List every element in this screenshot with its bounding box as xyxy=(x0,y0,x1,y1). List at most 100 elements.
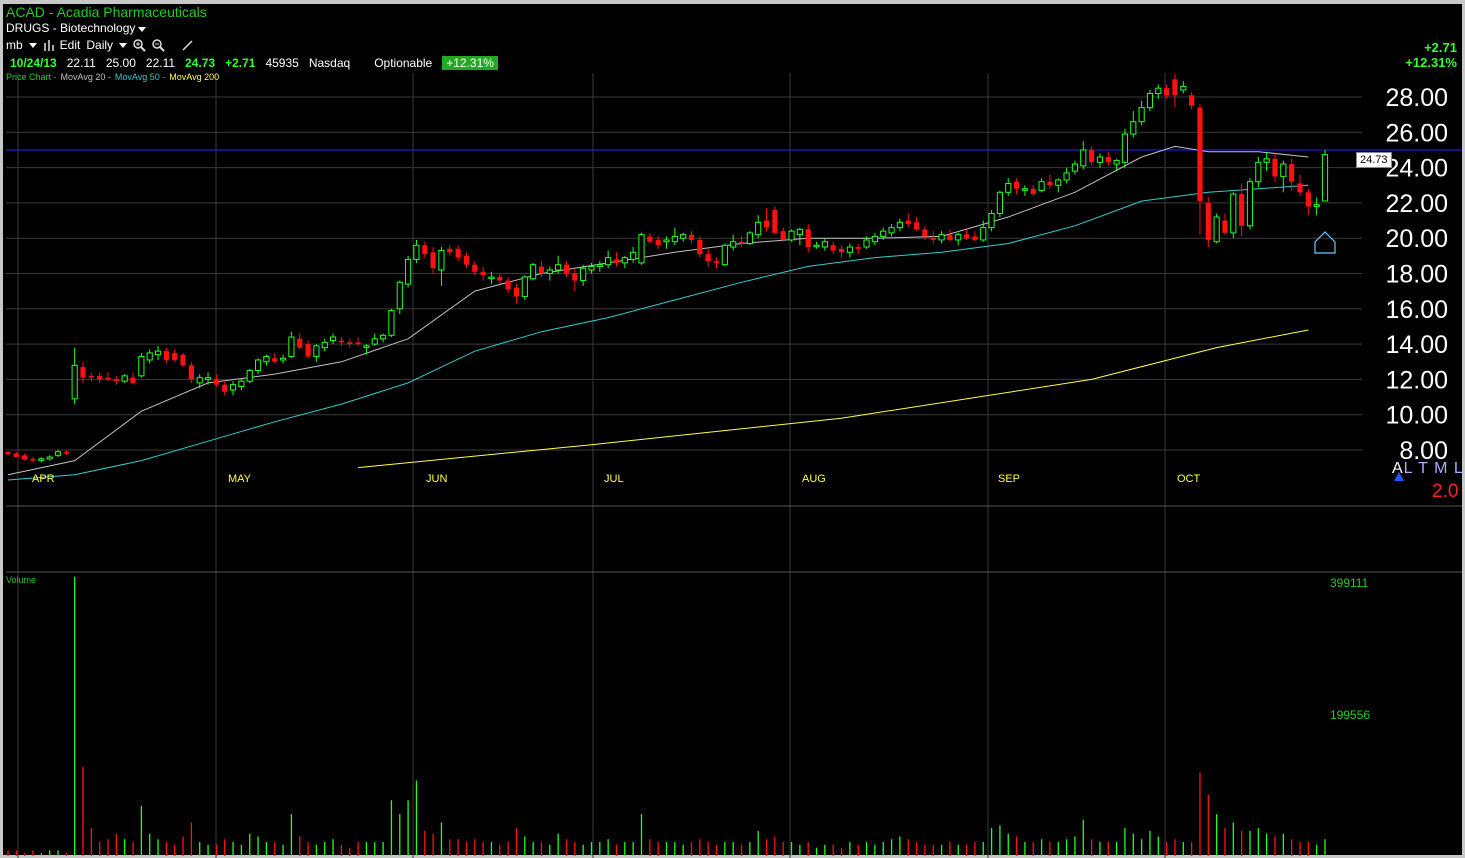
candle-body xyxy=(972,236,978,240)
draw-tool-button[interactable] xyxy=(181,39,194,52)
edit-button[interactable]: Edit xyxy=(43,38,80,52)
candle-body xyxy=(172,352,178,360)
period-select[interactable]: Daily xyxy=(86,38,128,52)
candle-body xyxy=(871,235,878,243)
quote-exchange: Nasdaq xyxy=(308,56,351,70)
candle-body xyxy=(996,191,1004,214)
candle-body xyxy=(930,238,936,240)
candle-body xyxy=(813,244,820,248)
month-labels: APR MAY JUN JUL AUG SEP OCT xyxy=(32,472,1404,485)
candle-body xyxy=(697,239,703,255)
candle-body xyxy=(46,456,53,460)
quote-high: 25.00 xyxy=(105,56,136,70)
candle-body xyxy=(146,352,153,361)
candle-body xyxy=(730,241,737,248)
ma200-line xyxy=(358,329,1309,469)
legend-ma50: MovAvg 50 - xyxy=(114,72,166,82)
chart-header: ACAD - Acadia Pharmaceuticals DRUGS - Bi… xyxy=(6,4,207,36)
month-label: SEP xyxy=(998,473,1020,485)
candle-body xyxy=(196,377,203,384)
candle-body xyxy=(430,252,436,269)
candle-body xyxy=(938,234,945,241)
candle-body xyxy=(1239,194,1245,226)
candle-body xyxy=(988,212,995,229)
price-chart[interactable]: 28.00 26.00 24.00 22.00 20.00 18.00 16.00 14.00… xyxy=(0,0,1465,858)
candle-body xyxy=(222,384,228,392)
industry-subtitle[interactable]: DRUGS - Biotechnology xyxy=(6,20,207,36)
volume-tick-high: 399111 xyxy=(1330,576,1369,590)
candle-body xyxy=(1071,163,1079,172)
candle-body xyxy=(513,287,520,297)
candle-body xyxy=(580,267,587,282)
candle-body xyxy=(596,264,603,267)
candle-body xyxy=(1055,179,1062,186)
candle-body xyxy=(772,209,778,233)
right-change: +2.71 +12.31% xyxy=(1405,40,1457,70)
indicator-legend[interactable]: Price Chart - MovAvg 20 - MovAvg 50 - Mo… xyxy=(6,72,219,82)
candle-body xyxy=(347,342,353,345)
zoom-in-button[interactable] xyxy=(133,38,146,52)
user-menu[interactable]: mb xyxy=(6,38,37,52)
right-change-value: +2.71 xyxy=(1424,40,1457,55)
al-tml-label[interactable]: AL T M L xyxy=(1392,460,1464,478)
candle-body xyxy=(572,273,578,281)
month-label: APR xyxy=(32,473,55,485)
y-axis-ticks: 28.00 26.00 24.00 22.00 20.00 18.00 16.00 14.00… xyxy=(1385,84,1448,465)
candle-body xyxy=(605,257,612,266)
candle-body xyxy=(1113,160,1120,165)
candle-body xyxy=(821,241,828,248)
candle-body xyxy=(130,377,136,383)
candle-body xyxy=(455,248,461,258)
candle-body xyxy=(480,271,486,276)
candle-body xyxy=(396,281,403,310)
candle-body xyxy=(663,239,670,243)
candle-body xyxy=(1205,202,1211,240)
legend-price: Price Chart - xyxy=(6,72,57,82)
candle-body xyxy=(1172,79,1178,96)
candle-body xyxy=(180,354,186,366)
y-tick-label: 12.00 xyxy=(1385,366,1448,394)
volume-tick-mid: 199556 xyxy=(1330,708,1371,722)
candle-body xyxy=(22,455,28,460)
y-tick-label: 10.00 xyxy=(1385,402,1448,430)
candle-body xyxy=(1030,188,1036,195)
candle-body xyxy=(5,451,11,455)
candle-body xyxy=(163,351,169,360)
candle-body xyxy=(505,280,511,290)
candle-body xyxy=(254,359,262,372)
candle-body xyxy=(1255,161,1262,183)
chevron-down-icon xyxy=(28,42,37,48)
candle-body xyxy=(204,377,212,380)
candle-body xyxy=(1297,183,1303,193)
candle-body xyxy=(246,370,253,382)
y-tick-label: 14.00 xyxy=(1385,331,1448,359)
quote-line: 10/24/13 22.11 25.00 22.11 24.73 +2.71 4… xyxy=(10,56,498,70)
candle-body xyxy=(388,310,395,336)
zoom-out-button[interactable] xyxy=(152,38,165,52)
y-tick-label: 22.00 xyxy=(1385,190,1448,218)
quote-open: 22.11 xyxy=(66,56,96,70)
symbol-title: ACAD - Acadia Pharmaceuticals xyxy=(6,4,207,20)
month-label: AUG xyxy=(802,473,826,485)
candle-body xyxy=(38,458,45,461)
candle-body xyxy=(688,234,695,240)
candle-body xyxy=(621,257,628,264)
month-label: MAY xyxy=(228,473,252,485)
candle-body xyxy=(1164,88,1170,96)
candle-body xyxy=(1180,85,1187,91)
current-price-badge: 24.73 xyxy=(1356,152,1392,168)
candle-body xyxy=(422,245,428,255)
candle-body xyxy=(1197,107,1203,202)
y-tick-label: 28.00 xyxy=(1385,84,1448,112)
candle-body xyxy=(63,451,69,454)
grid xyxy=(6,73,1462,858)
candle-body xyxy=(305,344,311,357)
candle-body xyxy=(1289,164,1295,182)
candle-body xyxy=(272,358,278,362)
candle-body xyxy=(1313,204,1320,207)
bar-chart-icon xyxy=(43,40,54,51)
candle-body xyxy=(229,384,237,391)
candle-body xyxy=(1305,192,1311,207)
candle-body xyxy=(97,375,103,380)
y-tick-label: 24.00 xyxy=(1385,155,1448,183)
